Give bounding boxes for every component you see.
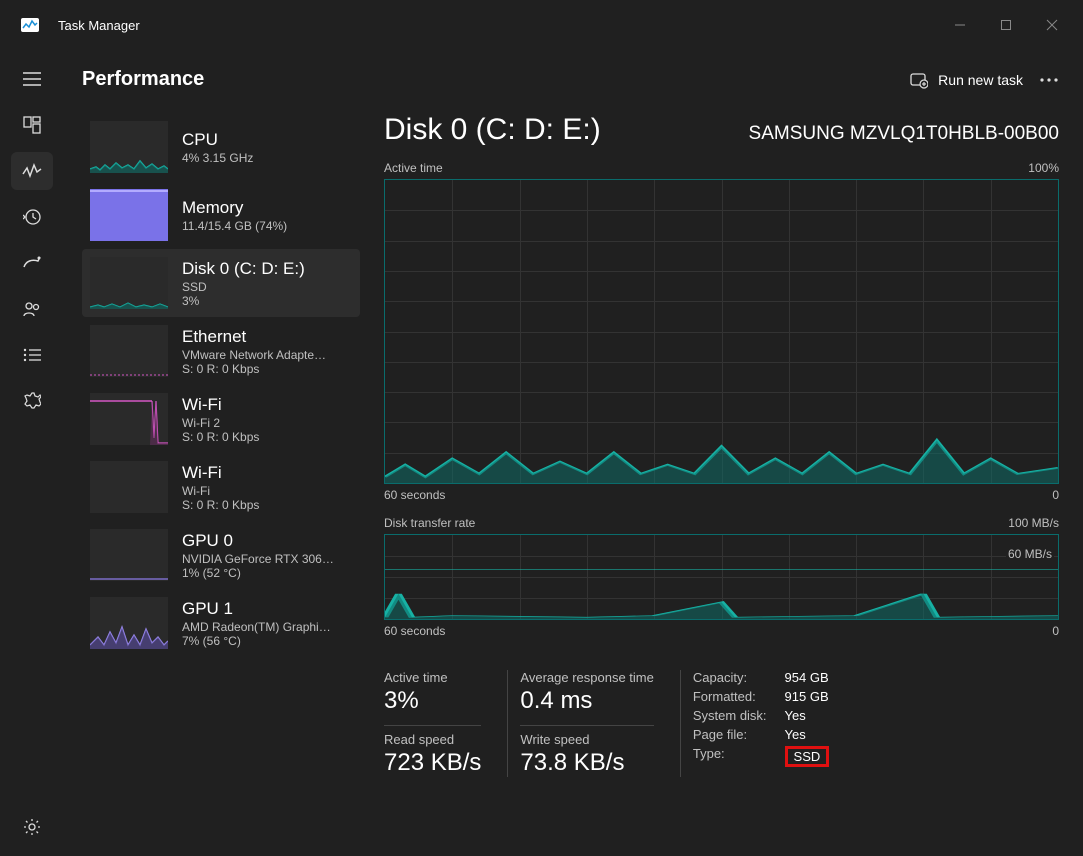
nav-startup[interactable] <box>11 244 53 282</box>
chart2-x-left: 60 seconds <box>384 624 445 638</box>
sidebar-item-memory[interactable]: Memory 11.4/15.4 GB (74%) <box>82 181 360 249</box>
write-speed-value: 73.8 KB/s <box>520 749 653 777</box>
memory-mini-chart <box>90 189 168 241</box>
page-file-value: Yes <box>785 727 830 742</box>
sidebar-wifi-sub2: S: 0 R: 0 Kbps <box>182 498 259 512</box>
sidebar-gpu1-sub2: 7% (56 °C) <box>182 634 331 648</box>
sidebar-item-ethernet[interactable]: Ethernet VMware Network Adapte… S: 0 R: … <box>82 317 360 385</box>
hamburger-button[interactable] <box>11 60 53 98</box>
nav-rail <box>0 50 64 856</box>
chart2-x-right: 0 <box>1052 624 1059 638</box>
main-panel: Disk 0 (C: D: E:) SAMSUNG MZVLQ1T0HBLB-0… <box>384 113 1059 848</box>
transfer-rate-chart: 60 MB/s <box>384 534 1059 620</box>
nav-history[interactable] <box>11 198 53 236</box>
performance-sidebar: CPU 4% 3.15 GHz Memory 11.4/15.4 GB (74%… <box>82 113 360 848</box>
cpu-mini-chart <box>90 121 168 173</box>
active-time-label: Active time <box>384 670 481 685</box>
formatted-value: 915 GB <box>785 689 830 704</box>
nav-details[interactable] <box>11 336 53 374</box>
sidebar-wifi2-sub2: S: 0 R: 0 Kbps <box>182 430 259 444</box>
sidebar-item-gpu0[interactable]: GPU 0 NVIDIA GeForce RTX 306… 1% (52 °C) <box>82 521 360 589</box>
chart1-label-right: 100% <box>1028 161 1059 175</box>
nav-services[interactable] <box>11 382 53 420</box>
content-area: Performance Run new task CPU 4% 3.15 GHz <box>64 50 1083 856</box>
write-speed-label: Write speed <box>520 732 653 747</box>
chart1-label-left: Active time <box>384 161 443 175</box>
read-speed-label: Read speed <box>384 732 481 747</box>
sidebar-wifi2-sub: Wi-Fi 2 <box>182 416 259 430</box>
device-name: SAMSUNG MZVLQ1T0HBLB-00B00 <box>749 123 1059 145</box>
window-controls <box>937 9 1075 41</box>
gpu0-mini-chart <box>90 529 168 581</box>
minimize-button[interactable] <box>937 9 983 41</box>
nav-settings[interactable] <box>11 808 53 846</box>
nav-users[interactable] <box>11 290 53 328</box>
sidebar-eth-sub2: S: 0 R: 0 Kbps <box>182 362 326 376</box>
active-time-value: 3% <box>384 687 481 715</box>
chart1-x-right: 0 <box>1052 488 1059 502</box>
sidebar-cpu-sub: 4% 3.15 GHz <box>182 151 253 165</box>
nav-processes[interactable] <box>11 106 53 144</box>
sidebar-memory-sub: 11.4/15.4 GB (74%) <box>182 219 287 233</box>
chart1-x-left: 60 seconds <box>384 488 445 502</box>
maximize-button[interactable] <box>983 9 1029 41</box>
gpu1-mini-chart <box>90 597 168 649</box>
sidebar-cpu-title: CPU <box>182 129 253 151</box>
close-button[interactable] <box>1029 9 1075 41</box>
page-file-label: Page file: <box>693 727 767 742</box>
ethernet-mini-chart <box>90 325 168 377</box>
app-title: Task Manager <box>58 18 140 33</box>
sidebar-disk-sub: SSD <box>182 280 305 294</box>
sidebar-disk-title: Disk 0 (C: D: E:) <box>182 258 305 280</box>
stats-row: Active time 3% Read speed 723 KB/s Avera… <box>384 670 1059 777</box>
sidebar-gpu0-sub2: 1% (52 °C) <box>182 566 334 580</box>
sidebar-item-cpu[interactable]: CPU 4% 3.15 GHz <box>82 113 360 181</box>
run-task-icon <box>910 71 928 89</box>
more-button[interactable] <box>1039 77 1059 83</box>
capacity-label: Capacity: <box>693 670 767 685</box>
wifi2-mini-chart <box>90 393 168 445</box>
nav-performance[interactable] <box>11 152 53 190</box>
system-disk-value: Yes <box>785 708 830 723</box>
sidebar-memory-title: Memory <box>182 197 287 219</box>
type-value: SSD <box>785 746 830 767</box>
disk-mini-chart <box>90 257 168 309</box>
sidebar-gpu0-sub: NVIDIA GeForce RTX 306… <box>182 552 334 566</box>
sidebar-item-gpu1[interactable]: GPU 1 AMD Radeon(TM) Graphi… 7% (56 °C) <box>82 589 360 657</box>
sidebar-item-disk0[interactable]: Disk 0 (C: D: E:) SSD 3% <box>82 249 360 317</box>
avg-response-value: 0.4 ms <box>520 687 653 715</box>
system-disk-label: System disk: <box>693 708 767 723</box>
capacity-value: 954 GB <box>785 670 830 685</box>
sidebar-item-wifi[interactable]: Wi-Fi Wi-Fi S: 0 R: 0 Kbps <box>82 453 360 521</box>
disk-properties: Capacity: 954 GB Formatted: 915 GB Syste… <box>680 670 829 777</box>
sidebar-item-wifi2[interactable]: Wi-Fi Wi-Fi 2 S: 0 R: 0 Kbps <box>82 385 360 453</box>
active-time-chart <box>384 179 1059 484</box>
sidebar-disk-sub2: 3% <box>182 294 305 308</box>
sidebar-gpu1-title: GPU 1 <box>182 598 331 620</box>
sidebar-wifi-sub: Wi-Fi <box>182 484 259 498</box>
run-task-label: Run new task <box>938 72 1023 88</box>
type-label: Type: <box>693 746 767 767</box>
app-icon <box>20 15 40 35</box>
disk-title: Disk 0 (C: D: E:) <box>384 113 601 147</box>
read-speed-value: 723 KB/s <box>384 749 481 777</box>
content-header: Performance Run new task <box>82 68 1059 91</box>
titlebar: Task Manager <box>0 0 1083 50</box>
sidebar-wifi-title: Wi-Fi <box>182 462 259 484</box>
sidebar-wifi2-title: Wi-Fi <box>182 394 259 416</box>
sidebar-gpu1-sub: AMD Radeon(TM) Graphi… <box>182 620 331 634</box>
formatted-label: Formatted: <box>693 689 767 704</box>
run-new-task-button[interactable]: Run new task <box>910 71 1023 89</box>
chart2-label-left: Disk transfer rate <box>384 516 475 530</box>
wifi-mini-chart <box>90 461 168 513</box>
sidebar-eth-title: Ethernet <box>182 326 326 348</box>
page-title: Performance <box>82 68 204 91</box>
avg-response-label: Average response time <box>520 670 653 685</box>
chart2-label-right: 100 MB/s <box>1008 516 1059 530</box>
sidebar-gpu0-title: GPU 0 <box>182 530 334 552</box>
sidebar-eth-sub: VMware Network Adapte… <box>182 348 326 362</box>
